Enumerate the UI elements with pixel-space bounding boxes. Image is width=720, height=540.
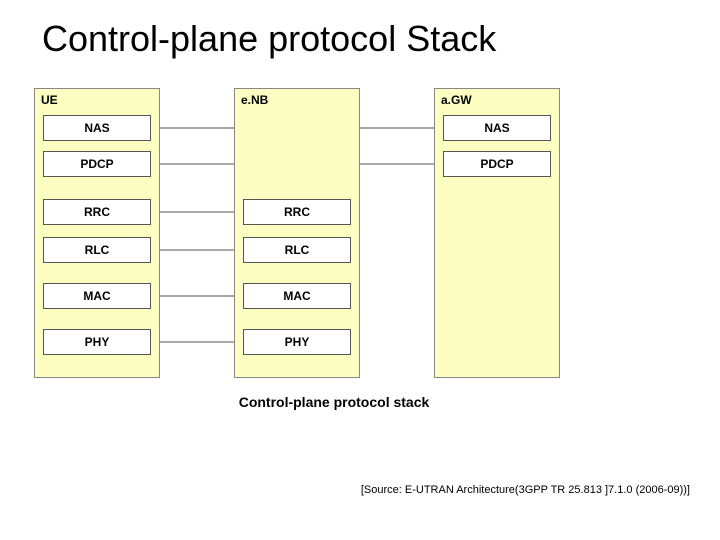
layer-ue-pdcp: PDCP [43, 151, 151, 177]
column-enb: e.NB RRC RLC MAC PHY [234, 88, 360, 378]
diagram-caption: Control-plane protocol stack [34, 394, 634, 410]
column-ue: UE NAS PDCP RRC RLC MAC PHY [34, 88, 160, 378]
column-agw: a.GW NAS PDCP [434, 88, 560, 378]
layer-ue-nas: NAS [43, 115, 151, 141]
layer-ue-rrc: RRC [43, 199, 151, 225]
column-header-agw: a.GW [435, 89, 559, 109]
layer-agw-pdcp: PDCP [443, 151, 551, 177]
column-header-enb: e.NB [235, 89, 359, 109]
layer-enb-mac: MAC [243, 283, 351, 309]
layer-enb-rlc: RLC [243, 237, 351, 263]
layer-enb-rrc: RRC [243, 199, 351, 225]
protocol-stack-diagram: UE NAS PDCP RRC RLC MAC PHY e.NB RRC RLC MAC PHY… [34, 88, 634, 428]
layer-ue-mac: MAC [43, 283, 151, 309]
page-title: Control-plane protocol Stack [0, 0, 720, 60]
layer-agw-nas: NAS [443, 115, 551, 141]
layer-enb-phy: PHY [243, 329, 351, 355]
column-header-ue: UE [35, 89, 159, 109]
source-citation: [Source: E-UTRAN Architecture(3GPP TR 25… [361, 484, 690, 496]
layer-ue-rlc: RLC [43, 237, 151, 263]
layer-ue-phy: PHY [43, 329, 151, 355]
